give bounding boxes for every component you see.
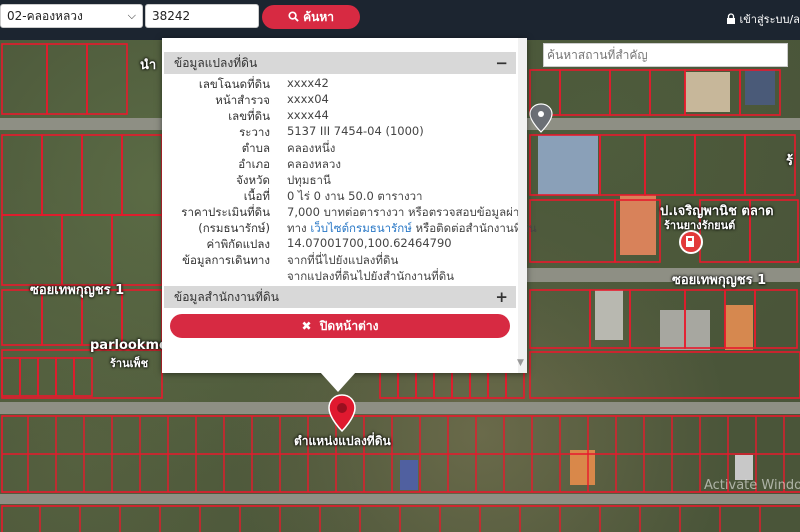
info-value: xxxx44 xyxy=(287,108,329,122)
parcel-info-popup: ข้อมูลแปลงที่ดิน − เลขโฉนดที่ดิน xxxx42 หน… xyxy=(162,38,537,373)
road xyxy=(0,494,800,504)
popup-pointer xyxy=(320,372,356,392)
info-row: หน้าสำรวจ xxxx04 xyxy=(164,92,516,108)
building xyxy=(570,450,595,485)
info-value-text: ทาง xyxy=(287,221,311,235)
building xyxy=(620,195,656,255)
info-row: อำเภอ คลองหลวง xyxy=(164,156,516,172)
place-search-input[interactable]: ค้นหาสถานที่สำคัญ xyxy=(543,43,788,67)
scroll-down-icon[interactable]: ▼ xyxy=(517,358,524,368)
info-value: xxxx42 xyxy=(287,76,329,90)
coordinate-link[interactable]: 14.07001700,100.62464790 xyxy=(287,236,452,250)
login-label: เข้าสู่ระบบ/ล xyxy=(739,13,800,26)
district-select-value: 02-คลองหลวง xyxy=(7,9,83,23)
building xyxy=(745,70,775,105)
map-label-poi: parlookme xyxy=(90,338,168,353)
parcel-number-input[interactable]: 38242 xyxy=(145,4,259,28)
info-row-price-2: (กรมธนารักษ์) ทาง เว็บไซต์กรมธนารักษ์ หร… xyxy=(164,220,536,236)
info-row: เลขที่ดิน xxxx44 xyxy=(164,108,516,124)
building xyxy=(538,135,598,195)
popup-scrollbar[interactable] xyxy=(518,38,527,373)
directions-to-office-link[interactable]: จากแปลงที่ดินไปยังสำนักงานที่ดิน xyxy=(287,268,454,286)
land-office-title: ข้อมูลสำนักงานที่ดิน xyxy=(174,290,279,304)
info-row: ระวาง 5137 III 7454-04 (1000) xyxy=(164,124,516,140)
building xyxy=(725,305,753,350)
info-row-coord: ค่าพิกัดแปลง 14.07001700,100.62464790 xyxy=(164,236,516,252)
parcel-info-header[interactable]: ข้อมูลแปลงที่ดิน − xyxy=(164,52,516,74)
collapse-icon[interactable]: − xyxy=(495,52,508,74)
parcel-info-title: ข้อมูลแปลงที่ดิน xyxy=(174,56,258,70)
info-value: xxxx04 xyxy=(287,92,329,106)
info-row-travel: ข้อมูลการเดินทาง จากที่นี่ไปยังแปลงที่ดิ… xyxy=(164,252,516,268)
info-row: ตำบล คลองหนึ่ง xyxy=(164,140,516,156)
building xyxy=(400,460,418,490)
map-label-poi: ร้านเพ็ช xyxy=(110,357,149,370)
info-row-travel-2: จากแปลงที่ดินไปยังสำนักงานที่ดิน xyxy=(164,268,516,284)
top-bar: 02-คลองหลวง ⌵ 38242 ค้นหา เข้าสู่ระบบ/ล xyxy=(0,0,800,40)
road xyxy=(0,402,800,414)
login-link[interactable]: เข้าสู่ระบบ/ล xyxy=(726,10,800,28)
place-search-placeholder: ค้นหาสถานที่สำคัญ xyxy=(547,48,648,62)
search-button-label: ค้นหา xyxy=(303,10,335,24)
building xyxy=(735,455,753,480)
expand-icon[interactable]: + xyxy=(495,286,508,308)
land-office-header[interactable]: ข้อมูลสำนักงานที่ดิน + xyxy=(164,286,516,308)
info-value: 5137 III 7454-04 (1000) xyxy=(287,124,424,138)
info-row: เนื้อที่ 0 ไร่ 0 งาน 50.0 ตารางวา xyxy=(164,188,516,204)
treasury-website-link[interactable]: เว็บไซต์กรมธนารักษ์ xyxy=(310,221,412,235)
close-window-button[interactable]: ✖ ปิดหน้าต่าง xyxy=(170,314,510,338)
map-label-shop: ร้านยางรักยนต์ xyxy=(664,219,736,232)
district-select[interactable]: 02-คลองหลวง ⌵ xyxy=(0,4,143,28)
search-icon xyxy=(288,11,299,22)
chevron-down-icon: ⌵ xyxy=(127,9,136,22)
search-button[interactable]: ค้นหา xyxy=(262,5,360,29)
close-button-label: ปิดหน้าต่าง xyxy=(319,319,379,333)
windows-activation-watermark: Activate Windo xyxy=(704,478,800,493)
parcel-location-pin-icon[interactable] xyxy=(327,394,357,432)
info-row-price: ราคาประเมินที่ดิน 7,000 บาทต่อตารางวา หร… xyxy=(164,204,527,220)
lock-icon xyxy=(727,13,735,24)
parcel-info-table: เลขโฉนดที่ดิน xxxx42 หน้าสำรวจ xxxx04 เลขที่… xyxy=(164,76,536,284)
map-label: นำ xyxy=(140,58,157,73)
map-label: ร้ xyxy=(786,154,793,169)
close-icon: ✖ xyxy=(301,319,312,333)
pin-label: ตำแหน่งแปลงที่ดิน xyxy=(294,434,391,448)
gas-station-icon[interactable] xyxy=(679,230,703,254)
building xyxy=(685,72,730,112)
info-row: เลขโฉนดที่ดิน xxxx42 xyxy=(164,76,516,92)
info-row: จังหวัด ปทุมธานี xyxy=(164,172,516,188)
building xyxy=(595,290,623,340)
map-label-road: ซอยเทพกุญชร 1 xyxy=(672,273,767,288)
map-label-road: ซอยเทพกุญชร 1 xyxy=(30,283,125,298)
